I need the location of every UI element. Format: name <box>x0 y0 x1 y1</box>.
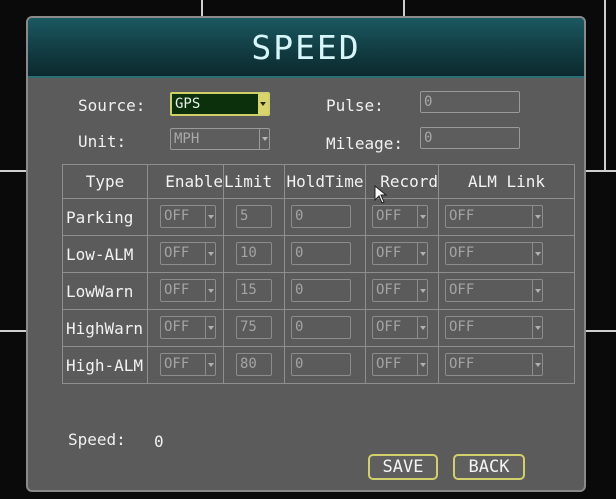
background-line <box>0 330 28 332</box>
chevron-down-icon <box>532 354 542 375</box>
background-line <box>604 0 606 170</box>
source-value: GPS <box>175 96 201 112</box>
chevron-down-icon <box>532 317 542 338</box>
chevron-down-icon <box>532 206 542 227</box>
chevron-down-icon <box>417 354 427 375</box>
background-line <box>586 170 616 172</box>
enable-select[interactable]: OFF <box>160 242 216 265</box>
row-type-label: LowWarn <box>62 272 148 310</box>
limit-field[interactable]: 5 <box>236 205 272 228</box>
chevron-down-icon <box>417 317 427 338</box>
unit-value: MPH <box>174 131 200 147</box>
chevron-down-icon <box>532 280 542 301</box>
save-button[interactable]: SAVE <box>368 454 438 480</box>
column-header-enable: Enable <box>147 164 224 199</box>
chevron-down-icon <box>258 94 268 114</box>
record-select[interactable]: OFF <box>372 353 428 376</box>
holdtime-field[interactable]: 0 <box>291 205 351 228</box>
background-line <box>0 170 28 172</box>
chevron-down-icon <box>532 243 542 264</box>
speed-settings-panel: SPEED Source: GPS Pulse: 0 Unit: MPH Mil… <box>26 16 586 492</box>
pulse-field[interactable]: 0 <box>420 91 520 113</box>
alm-link-value: OFF <box>449 356 475 372</box>
holdtime-field[interactable]: 0 <box>291 316 351 339</box>
column-header-limit: Limit <box>223 164 285 199</box>
enable-value: OFF <box>164 356 190 372</box>
alm-link-value: OFF <box>449 245 475 261</box>
enable-select[interactable]: OFF <box>160 353 216 376</box>
enable-select[interactable]: OFF <box>160 205 216 228</box>
chevron-down-icon <box>205 206 215 227</box>
chevron-down-icon <box>205 354 215 375</box>
row-type-label: High-ALM <box>62 346 148 384</box>
chevron-down-icon <box>259 129 269 149</box>
alm-link-select[interactable]: OFF <box>445 205 543 228</box>
alm-link-value: OFF <box>449 208 475 224</box>
holdtime-field[interactable]: 0 <box>291 279 351 302</box>
chevron-down-icon <box>417 243 427 264</box>
mileage-field[interactable]: 0 <box>420 127 520 149</box>
table-row: High-ALM OFF 80 0 OFF OFF <box>62 346 575 384</box>
alm-link-select[interactable]: OFF <box>445 316 543 339</box>
unit-select[interactable]: MPH <box>170 128 270 150</box>
record-value: OFF <box>376 208 402 224</box>
record-select[interactable]: OFF <box>372 316 428 339</box>
alm-link-select[interactable]: OFF <box>445 279 543 302</box>
enable-value: OFF <box>164 319 190 335</box>
chevron-down-icon <box>205 280 215 301</box>
back-button[interactable]: BACK <box>453 454 525 480</box>
record-value: OFF <box>376 245 402 261</box>
chevron-down-icon <box>205 317 215 338</box>
unit-label: Unit: <box>78 132 127 151</box>
holdtime-field[interactable]: 0 <box>291 353 351 376</box>
source-label: Source: <box>78 96 146 115</box>
row-type-label: HighWarn <box>62 309 148 347</box>
speed-alarm-table: Type Enable Limit HoldTime Record ALM Li… <box>62 164 575 384</box>
alm-link-select[interactable]: OFF <box>445 353 543 376</box>
speed-value: 0 <box>154 432 164 451</box>
table-header-row: Type Enable Limit HoldTime Record ALM Li… <box>62 164 575 199</box>
record-value: OFF <box>376 282 402 298</box>
alm-link-value: OFF <box>449 319 475 335</box>
chevron-down-icon <box>417 206 427 227</box>
row-type-label: Low-ALM <box>62 235 148 273</box>
mouse-cursor-icon <box>374 185 388 204</box>
enable-value: OFF <box>164 282 190 298</box>
background-line <box>586 330 616 332</box>
source-select[interactable]: GPS <box>170 92 270 116</box>
record-select[interactable]: OFF <box>372 205 428 228</box>
table-row: LowWarn OFF 15 0 OFF OFF <box>62 272 575 310</box>
record-value: OFF <box>376 356 402 372</box>
column-header-holdtime: HoldTime <box>284 164 366 199</box>
chevron-down-icon <box>205 243 215 264</box>
chevron-down-icon <box>417 280 427 301</box>
page-title: SPEED <box>251 28 361 67</box>
alm-link-value: OFF <box>449 282 475 298</box>
speed-label: Speed: <box>68 430 126 449</box>
holdtime-field[interactable]: 0 <box>291 242 351 265</box>
enable-value: OFF <box>164 208 190 224</box>
table-row: Low-ALM OFF 10 0 OFF OFF <box>62 235 575 273</box>
table-row: Parking OFF 5 0 OFF OFF <box>62 198 575 236</box>
mileage-label: Mileage: <box>326 134 404 153</box>
column-header-type: Type <box>62 164 148 199</box>
limit-field[interactable]: 80 <box>236 353 272 376</box>
record-select[interactable]: OFF <box>372 279 428 302</box>
enable-select[interactable]: OFF <box>160 279 216 302</box>
limit-field[interactable]: 10 <box>236 242 272 265</box>
record-select[interactable]: OFF <box>372 242 428 265</box>
enable-value: OFF <box>164 245 190 261</box>
column-header-alm-link: ALM Link <box>438 164 575 199</box>
title-bar: SPEED <box>28 18 584 78</box>
alm-link-select[interactable]: OFF <box>445 242 543 265</box>
pulse-label: Pulse: <box>326 96 384 115</box>
table-row: HighWarn OFF 75 0 OFF OFF <box>62 309 575 347</box>
limit-field[interactable]: 15 <box>236 279 272 302</box>
limit-field[interactable]: 75 <box>236 316 272 339</box>
record-value: OFF <box>376 319 402 335</box>
row-type-label: Parking <box>62 198 148 236</box>
enable-select[interactable]: OFF <box>160 316 216 339</box>
